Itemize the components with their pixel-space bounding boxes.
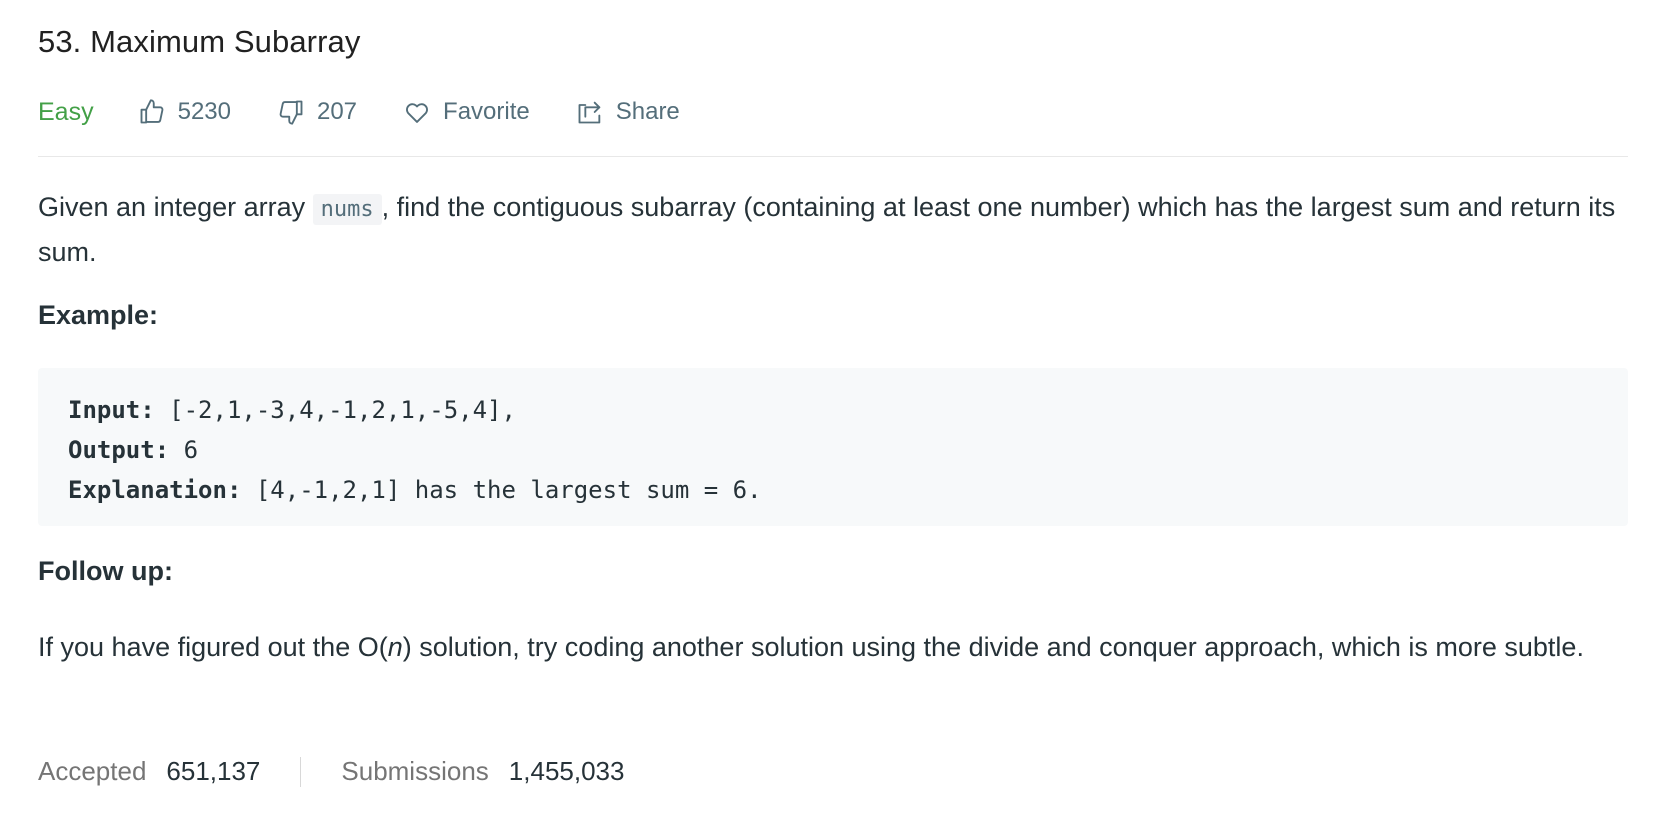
example-explanation-line: Explanation: [4,-1,2,1] has the largest …	[68, 470, 1598, 510]
example-input-value: [-2,1,-3,4,-1,2,1,-5,4],	[154, 396, 516, 424]
thumbs-down-icon	[277, 98, 305, 126]
dislike-button[interactable]: 207	[277, 98, 357, 126]
example-output-value: 6	[169, 436, 199, 464]
follow-up-text-start: If you have figured out the O(	[38, 632, 388, 662]
follow-up-heading: Follow up:	[38, 556, 173, 586]
like-count: 5230	[177, 98, 231, 125]
problem-page: 53. Maximum Subarray Easy 5230 207 Favor…	[0, 0, 1666, 814]
follow-up-text: If you have figured out the O(n) solutio…	[38, 626, 1628, 668]
thumbs-up-icon	[138, 98, 166, 126]
example-output-label: Output:	[68, 436, 170, 464]
header-divider	[38, 156, 1628, 157]
inline-code-nums: nums	[312, 194, 382, 225]
example-input-label: Input:	[68, 396, 155, 424]
example-explanation-label: Explanation:	[68, 476, 242, 504]
accepted-value: 651,137	[166, 756, 261, 786]
example-input-line: Input: [-2,1,-3,4,-1,2,1,-5,4],	[68, 390, 1598, 430]
description-text-start: Given an integer array	[38, 192, 313, 222]
problem-description: Given an integer array nums, find the co…	[38, 186, 1628, 273]
follow-up-text-end: ) solution, try coding another solution …	[402, 632, 1584, 662]
share-label: Share	[615, 98, 680, 125]
example-code-block: Input: [-2,1,-3,4,-1,2,1,-5,4], Output: 6…	[38, 368, 1628, 526]
stats-divider	[300, 756, 302, 787]
problem-title: 53. Maximum Subarray	[38, 24, 361, 59]
like-button[interactable]: 5230	[138, 98, 231, 126]
dislike-count: 207	[316, 98, 358, 125]
submissions-value: 1,455,033	[508, 756, 625, 786]
submissions-label: Submissions	[341, 756, 489, 786]
example-output-line: Output: 6	[68, 430, 1598, 470]
heart-icon	[403, 98, 431, 126]
accepted-label: Accepted	[38, 756, 147, 786]
favorite-label: Favorite	[443, 98, 530, 125]
problem-meta-row: Easy 5230 207 Favorite Share	[38, 92, 726, 132]
example-heading: Example:	[38, 300, 159, 330]
difficulty-label: Easy	[38, 97, 94, 126]
favorite-button[interactable]: Favorite	[403, 98, 530, 126]
submission-stats: Accepted 651,137 Submissions 1,455,033	[38, 756, 624, 787]
share-button[interactable]: Share	[576, 98, 680, 126]
follow-up-italic-n: n	[387, 632, 403, 662]
example-explanation-value: [4,-1,2,1] has the largest sum = 6.	[241, 476, 762, 504]
share-icon	[576, 98, 604, 126]
